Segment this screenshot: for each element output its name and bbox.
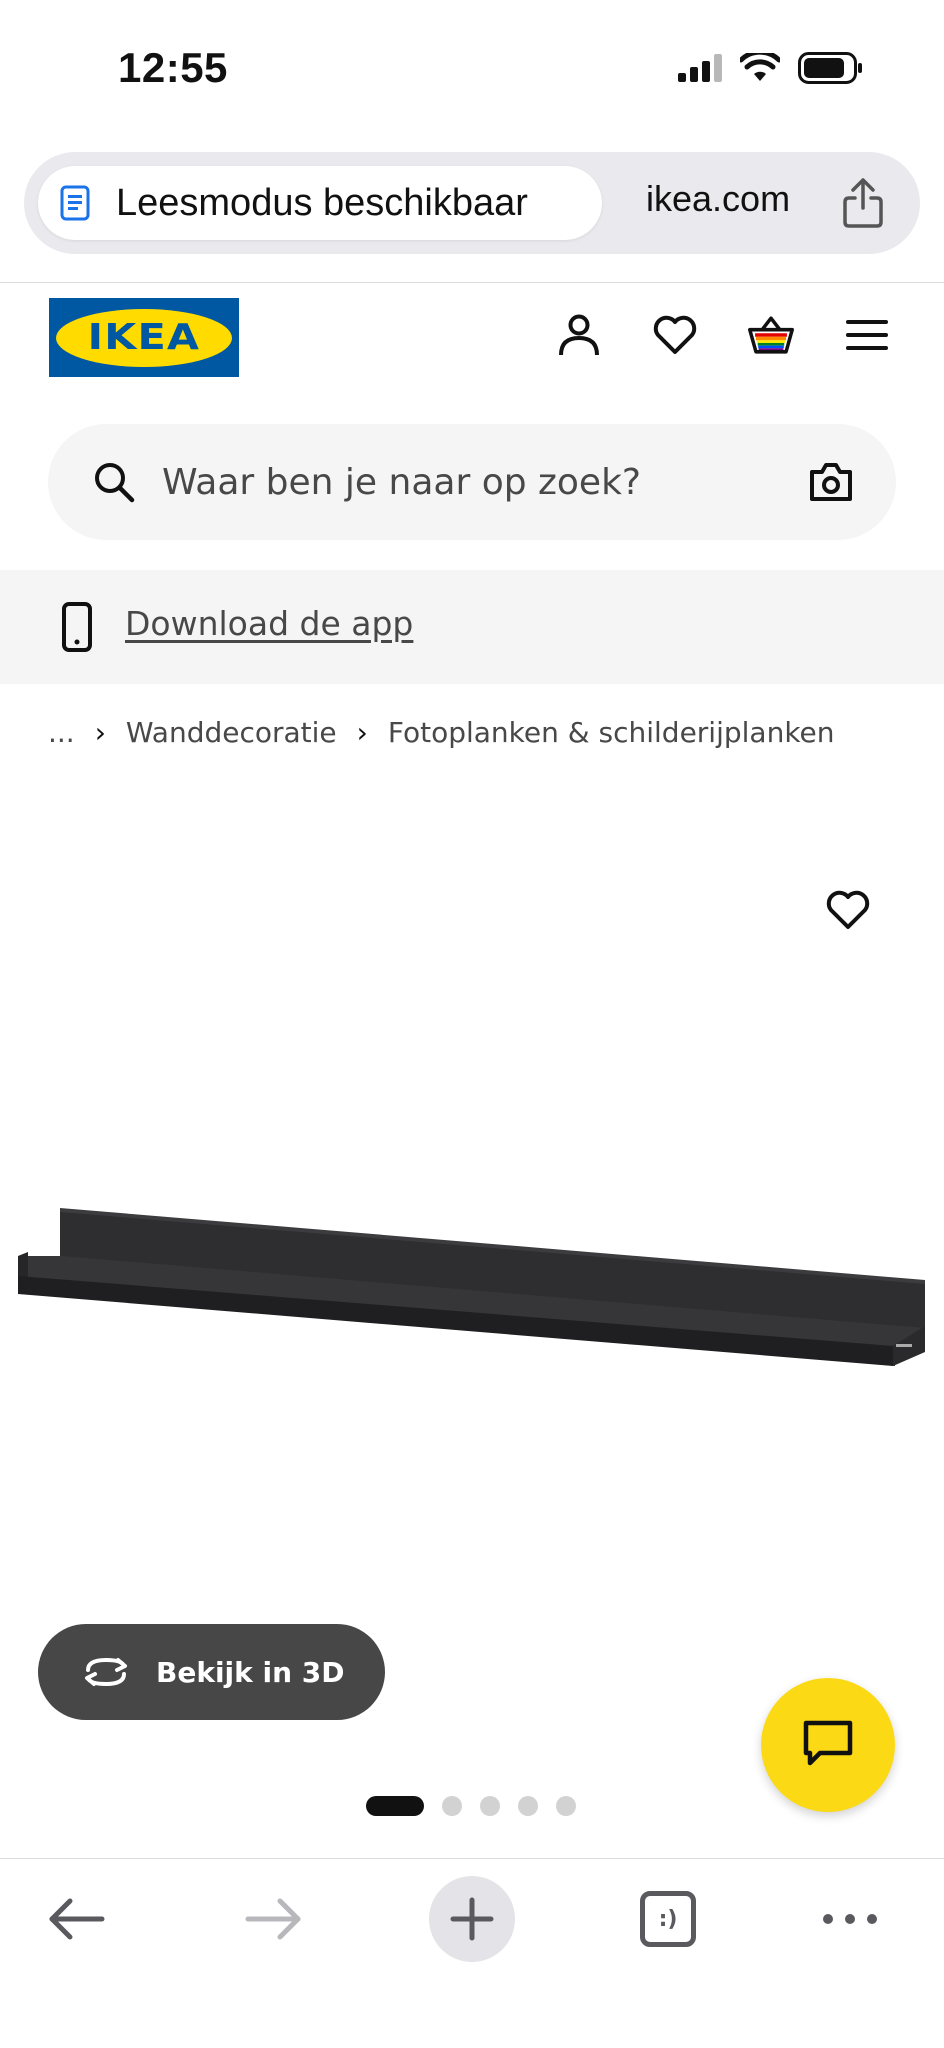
header-actions [556, 312, 890, 358]
add-to-favorites-heart-icon[interactable] [822, 884, 874, 936]
chevron-right-icon: › [94, 716, 106, 749]
chevron-right-icon: › [356, 716, 368, 749]
cellular-signal-icon [678, 54, 722, 87]
view-in-3d-button[interactable]: Bekijk in 3D [38, 1624, 385, 1720]
divider [0, 282, 944, 283]
carousel-dot[interactable] [556, 1796, 576, 1816]
carousel-dot-active[interactable] [366, 1796, 424, 1816]
wifi-icon [738, 49, 782, 88]
logo-text: IKEA [87, 317, 201, 358]
phone-icon [62, 602, 92, 657]
tab-switcher-box: :) [640, 1891, 696, 1947]
search-icon [92, 460, 136, 509]
forward-arrow-icon[interactable] [234, 1879, 314, 1959]
app-download-banner: Download de app [0, 570, 944, 684]
tab-switcher-icon[interactable]: :) [628, 1879, 708, 1959]
status-time: 12:55 [118, 44, 228, 91]
reader-mode-button[interactable]: Leesmodus beschikbaar [38, 166, 602, 240]
chat-button[interactable] [761, 1678, 895, 1812]
product-image-picture-ledge[interactable] [0, 1180, 944, 1380]
browser-toolbar: :) [0, 1859, 944, 2048]
menu-icon[interactable] [844, 312, 890, 358]
new-tab-plus-icon[interactable] [429, 1876, 515, 1962]
ikea-logo[interactable]: IKEA [49, 298, 239, 377]
share-icon[interactable] [838, 176, 888, 230]
logo-oval: IKEA [56, 308, 232, 367]
browser-address-bar[interactable]: Leesmodus beschikbaar ikea.com [24, 152, 920, 254]
rotate-3d-icon [80, 1652, 132, 1692]
search-bar[interactable] [48, 424, 896, 540]
breadcrumb-item-ellipsis[interactable]: ... [48, 716, 75, 749]
back-arrow-icon[interactable] [36, 1879, 116, 1959]
battery-icon [798, 52, 864, 89]
heart-icon[interactable] [652, 312, 698, 358]
search-input[interactable] [162, 454, 722, 510]
user-icon[interactable] [556, 312, 602, 358]
view-in-3d-label: Bekijk in 3D [156, 1655, 345, 1689]
url-domain[interactable]: ikea.com [646, 178, 790, 220]
carousel-dot[interactable] [518, 1796, 538, 1816]
more-options-icon[interactable] [810, 1879, 890, 1959]
status-icons [678, 49, 864, 89]
document-icon [60, 185, 90, 221]
status-bar: 12:55 [0, 0, 944, 140]
reader-mode-label: Leesmodus beschikbaar [116, 181, 528, 224]
chat-icon [802, 1719, 854, 1772]
carousel-dot[interactable] [442, 1796, 462, 1816]
breadcrumb-item-wanddecoratie[interactable]: Wanddecoratie [126, 716, 337, 749]
image-carousel-indicator [366, 1796, 576, 1816]
camera-icon[interactable] [808, 462, 854, 507]
carousel-dot[interactable] [480, 1796, 500, 1816]
breadcrumb: ... › Wanddecoratie › Fotoplanken & schi… [48, 716, 835, 749]
basket-icon[interactable] [748, 312, 794, 358]
breadcrumb-item-fotoplanken[interactable]: Fotoplanken & schilderijplanken [388, 716, 835, 749]
download-app-link[interactable]: Download de app [125, 604, 413, 643]
